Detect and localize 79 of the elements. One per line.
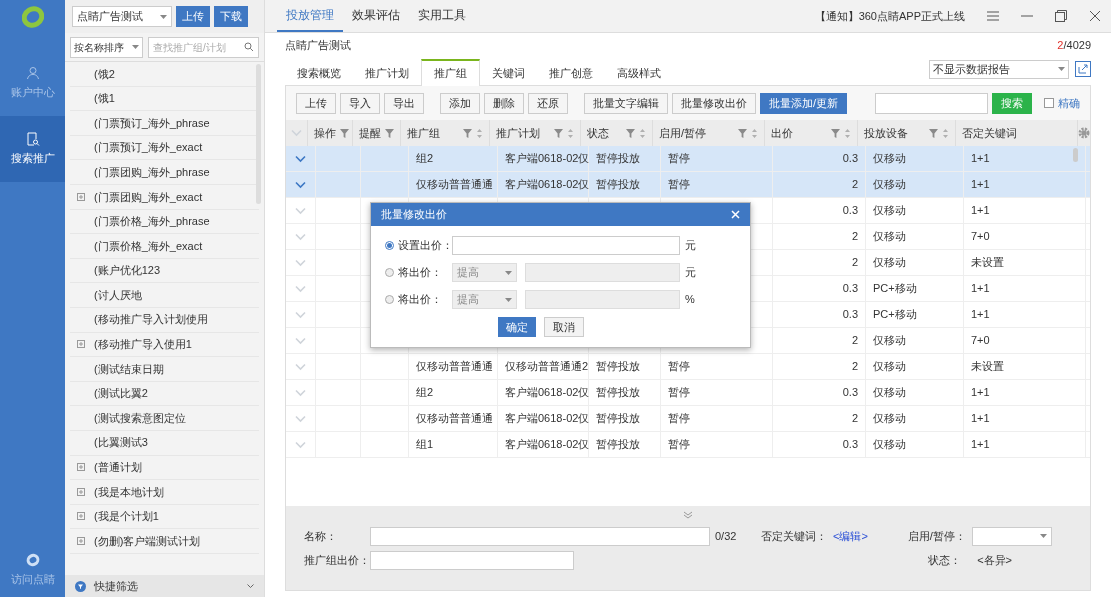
table-cell: 仅移动 bbox=[866, 198, 964, 223]
table-cell: 仅移动 bbox=[866, 224, 964, 249]
table-cell: 仅移动 bbox=[866, 354, 964, 379]
table-cell: 1+1 bbox=[964, 380, 1086, 405]
field-label: 否定关键词： bbox=[761, 528, 827, 544]
option-label: 将出价： bbox=[398, 265, 443, 281]
nav-label: 搜索推广 bbox=[10, 150, 55, 166]
table-cell: 0.3 bbox=[773, 146, 866, 171]
table-cell: 2 bbox=[773, 328, 866, 353]
status-value: <各异> bbox=[977, 552, 1012, 568]
table-cell: 暂停 bbox=[661, 406, 773, 431]
table-cell: 暂停 bbox=[661, 432, 773, 457]
count-current: 2 bbox=[1057, 37, 1064, 53]
table-cell: 组2 bbox=[409, 146, 498, 171]
table-cell: 1+1 bbox=[964, 302, 1086, 327]
table-cell: PC+移动 bbox=[866, 276, 964, 301]
count-total: /4029 bbox=[1063, 37, 1091, 53]
table-cell: 暂停投放 bbox=[589, 432, 661, 457]
table-cell: 暂停 bbox=[661, 354, 773, 379]
dialog-title: 批量修改出价 bbox=[381, 207, 447, 223]
table-cell: 组1 bbox=[409, 432, 498, 457]
table-cell: 暂停 bbox=[661, 380, 773, 405]
table-cell: 2 bbox=[773, 224, 866, 249]
field-label: 状态： bbox=[928, 552, 962, 568]
name-counter: 0/32 bbox=[715, 528, 738, 544]
field-label: 推广组出价： bbox=[304, 552, 370, 568]
unit-label: 元 bbox=[685, 238, 696, 254]
table-cell: 仅移动 bbox=[866, 328, 964, 353]
table-cell: 2 bbox=[773, 406, 866, 431]
table-cell: PC+移动 bbox=[866, 302, 964, 327]
unit-label: % bbox=[685, 292, 695, 308]
table-cell: 0.3 bbox=[773, 302, 866, 327]
breadcrumb: 点睛广告测试 bbox=[285, 37, 351, 53]
table-cell: 未设置 bbox=[964, 250, 1086, 275]
table-cell: 7+0 bbox=[964, 328, 1086, 353]
table-cell: 客户端0618-02仅 bbox=[498, 406, 589, 431]
nav-label: 账户中心 bbox=[10, 84, 55, 100]
table-cell: 1+1 bbox=[964, 432, 1086, 457]
option-label: 设置出价： bbox=[398, 238, 452, 254]
table-cell: 仅移动 bbox=[866, 146, 964, 171]
table-cell: 客户端0618-02仅 bbox=[498, 432, 589, 457]
table-cell: 暂停投放 bbox=[589, 172, 661, 197]
field-label: 启用/暂停： bbox=[907, 528, 966, 544]
option-label: 将出价： bbox=[398, 292, 443, 308]
table-cell: 暂停投放 bbox=[589, 380, 661, 405]
table-cell: 客户端0618-02仅 bbox=[498, 146, 589, 171]
table-cell: 1+1 bbox=[964, 276, 1086, 301]
table-cell: 未设置 bbox=[964, 354, 1086, 379]
field-label: 名称： bbox=[304, 528, 338, 544]
table-cell: 组2 bbox=[409, 380, 498, 405]
table-cell: 暂停投放 bbox=[589, 354, 661, 379]
table-cell: 2 bbox=[773, 250, 866, 275]
table-cell: 1+1 bbox=[964, 172, 1086, 197]
table-cell: 0.3 bbox=[773, 380, 866, 405]
table-cell: 暂停投放 bbox=[589, 146, 661, 171]
table-cell: 仅移动 bbox=[866, 172, 964, 197]
table-cell: 暂停 bbox=[661, 146, 773, 171]
table-cell: 暂停 bbox=[661, 172, 773, 197]
quick-filter-label: 快捷筛选 bbox=[94, 578, 139, 594]
table-cell: 仅移动普普通通2 bbox=[498, 354, 589, 379]
table-cell: 暂停投放 bbox=[589, 406, 661, 431]
table-cell: 仅移动 bbox=[866, 380, 964, 405]
table-cell: 客户端0618-02仅 bbox=[498, 380, 589, 405]
table-cell: 0.3 bbox=[773, 276, 866, 301]
table-cell: 仅移动 bbox=[866, 406, 964, 431]
unit-label: 元 bbox=[685, 265, 696, 281]
table-cell: 客户端0618-02仅 bbox=[498, 172, 589, 197]
table-cell: 1+1 bbox=[964, 406, 1086, 431]
table-cell: 1+1 bbox=[964, 198, 1086, 223]
table-cell: 0.3 bbox=[773, 432, 866, 457]
table-cell: 7+0 bbox=[964, 224, 1086, 249]
table-cell: 仅移动普普通通 bbox=[409, 172, 498, 197]
table-cell: 0.3 bbox=[773, 198, 866, 223]
table-cell: 2 bbox=[773, 172, 866, 197]
table-cell: 仅移动普普通通 bbox=[409, 354, 498, 379]
table-cell: 仅移动普普通通 bbox=[409, 406, 498, 431]
table-cell: 仅移动 bbox=[866, 432, 964, 457]
table-cell: 2 bbox=[773, 354, 866, 379]
table-cell: 仅移动 bbox=[866, 250, 964, 275]
